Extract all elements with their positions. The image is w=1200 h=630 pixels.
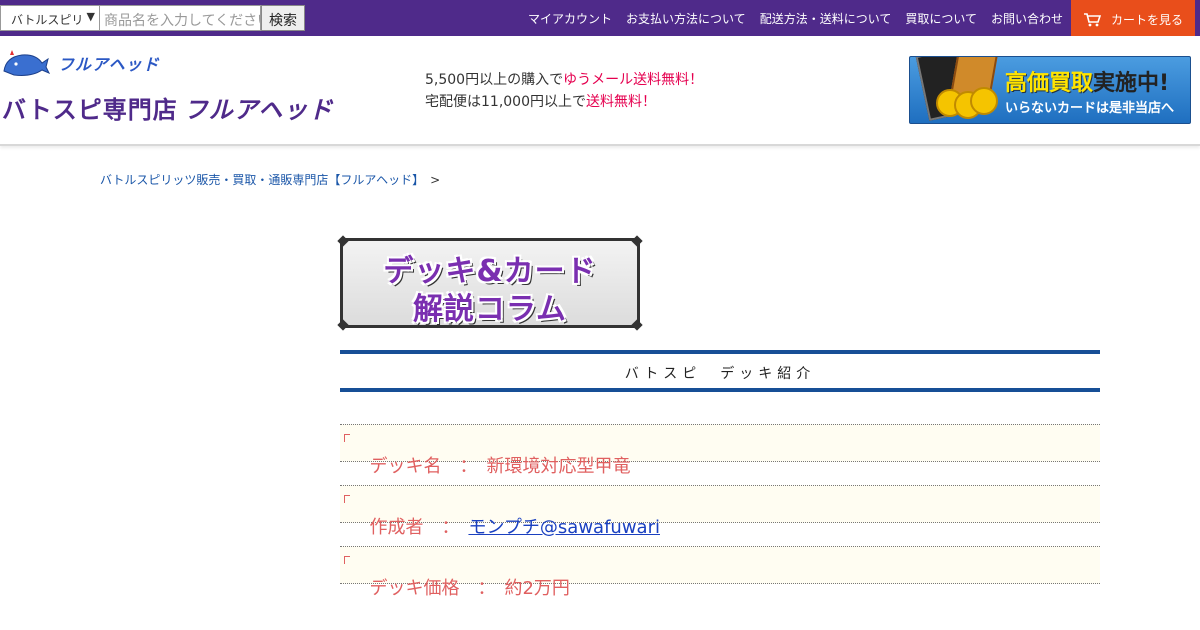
search-form: バトルスピリ ▼ 商品名を入力してください 検索 (0, 5, 305, 31)
top-bar: バトルスピリ ▼ 商品名を入力してください 検索 マイアカウント お支払い方法に… (0, 0, 1200, 39)
shipping-line-1-text: 5,500円以上の購入で (425, 72, 564, 88)
cart-button[interactable]: カートを見る (1071, 0, 1195, 39)
buyback-title-a: 高価買取 (1005, 71, 1094, 96)
whale-mascot-icon (3, 50, 50, 76)
nav-my-account[interactable]: マイアカウント (528, 10, 612, 27)
section-heading: バトスピ デッキ紹介 (340, 350, 1100, 392)
brand-small-text: フルアヘッド (58, 55, 160, 74)
category-select[interactable]: バトルスピリ ▼ (0, 5, 100, 31)
breadcrumb-separator: > (430, 173, 441, 187)
shipping-line-1: 5,500円以上の購入でゆうメール送料無料！ (425, 69, 703, 91)
author-label: 作成者 ： (369, 517, 469, 538)
shipping-line-1-highlight: ゆうメール送料無料！ (563, 72, 704, 88)
shipping-line-2: 宅配便は11,000円以上で送料無料！ (425, 91, 703, 113)
bullet-mark-icon (344, 556, 350, 564)
store-logo[interactable]: バトスピ専門店 フルアヘッド (2, 90, 333, 125)
breadcrumb: バトルスピリッツ販売・買取・通販専門店【フルアヘッド】 > (100, 171, 440, 188)
corner-ornament-icon (337, 235, 349, 247)
buyback-banner[interactable]: 高価買取実施中! いらないカードは是非当店へ (909, 56, 1191, 124)
author-link[interactable]: モンプチ@sawafuwari (468, 517, 660, 538)
nav-shipping[interactable]: 配送方法・送料について (760, 10, 892, 27)
category-select-value: バトルスピリ (11, 13, 84, 27)
brand-logo[interactable]: フルアヘッド (2, 48, 160, 78)
shipping-info: 5,500円以上の購入でゆうメール送料無料！ 宅配便は11,000円以上で送料無… (425, 69, 703, 113)
deck-price-row: デッキ価格 ： 約2万円 (340, 546, 1100, 599)
shipping-line-2-highlight: 送料無料！ (586, 94, 656, 110)
bullet-mark-icon (344, 495, 350, 503)
dropdown-arrow-icon: ▼ (86, 10, 95, 23)
nav-contact[interactable]: お問い合わせ (991, 10, 1063, 27)
buyback-title-b: 実施中! (1093, 71, 1170, 96)
cart-icon (1084, 12, 1101, 26)
deck-price-label: デッキ価格 ： (369, 578, 505, 599)
banner-title-line-2: 解説コラム (412, 292, 568, 327)
deck-name-value: 新環境対応型甲竜 (486, 456, 631, 477)
nav-buyback[interactable]: 買取について (905, 10, 977, 27)
buyback-subtitle: いらないカードは是非当店へ (1005, 101, 1175, 116)
column-banner: デッキ&カード 解説コラム (337, 235, 643, 331)
corner-ornament-icon (631, 235, 643, 247)
deck-price-value: 約2万円 (504, 578, 570, 599)
logo-prefix: バトスピ専門店 (2, 96, 178, 124)
search-button[interactable]: 検索 (261, 5, 305, 31)
site-header: フルアヘッド バトスピ専門店 フルアヘッド 5,500円以上の購入でゆうメール送料… (0, 36, 1200, 146)
coin-icon (970, 87, 998, 115)
breadcrumb-home-link[interactable]: バトルスピリッツ販売・買取・通販専門店【フルアヘッド】 (100, 173, 424, 187)
shipping-line-2-text: 宅配便は11,000円以上で (425, 94, 586, 110)
logo-brand: フルアヘッド (183, 96, 334, 124)
author-row: 作成者 ： モンプチ@sawafuwari (340, 485, 1100, 538)
buyback-title: 高価買取実施中! (1005, 65, 1169, 97)
cart-label: カートを見る (1111, 13, 1184, 27)
header-nav: マイアカウント お支払い方法について 配送方法・送料について 買取について お問… (514, 0, 1063, 36)
nav-payment[interactable]: お支払い方法について (626, 10, 746, 27)
deck-name-row: デッキ名 ： 新環境対応型甲竜 (340, 424, 1100, 477)
bullet-mark-icon (344, 434, 350, 442)
deck-name-label: デッキ名 ： (369, 456, 487, 477)
search-input[interactable]: 商品名を入力してください (100, 5, 261, 31)
